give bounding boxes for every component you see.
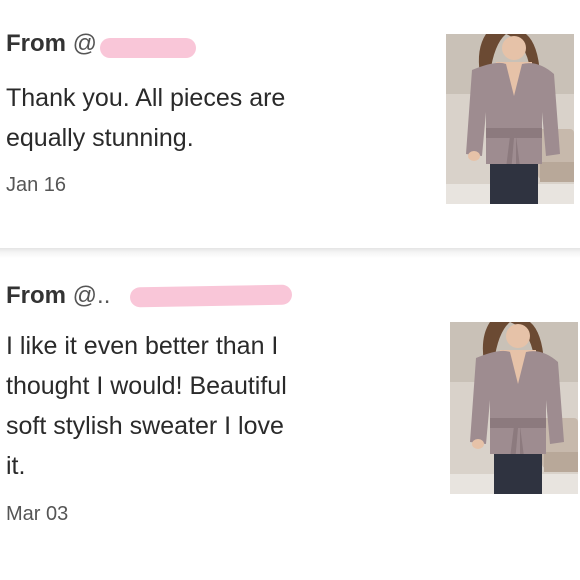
product-photo[interactable] xyxy=(450,322,578,494)
review-date: Mar 03 xyxy=(6,503,69,525)
review-item: From @ Thank you. All pieces are equally… xyxy=(0,0,580,250)
review-item: From @.. I like it even better than I th… xyxy=(0,258,580,580)
review-text-line: soft stylish sweater I love xyxy=(6,412,284,440)
sweater-photo-icon xyxy=(446,34,574,204)
from-label: From xyxy=(6,282,66,309)
product-photo[interactable] xyxy=(446,34,574,204)
review-author[interactable]: From @.. xyxy=(6,282,110,310)
review-text: I like it even better than I thought I w… xyxy=(6,326,287,486)
author-handle: @ xyxy=(72,30,98,57)
author-handle: @.. xyxy=(72,282,111,309)
sweater-photo-icon xyxy=(450,322,578,494)
review-text-line: equally stunning. xyxy=(6,124,194,152)
review-text-line: I like it even better than I xyxy=(6,332,279,360)
redacted-username xyxy=(129,284,293,308)
review-text-line: thought I would! Beautiful xyxy=(6,372,287,400)
review-date: Jan 16 xyxy=(6,174,67,196)
review-author[interactable]: From @ xyxy=(6,30,97,58)
review-divider xyxy=(0,248,580,258)
review-text: Thank you. All pieces are equally stunni… xyxy=(6,78,285,158)
review-text-line: it. xyxy=(6,452,26,480)
from-label: From xyxy=(6,30,66,57)
redacted-username xyxy=(100,38,196,58)
review-text-line: Thank you. All pieces are xyxy=(6,84,286,112)
